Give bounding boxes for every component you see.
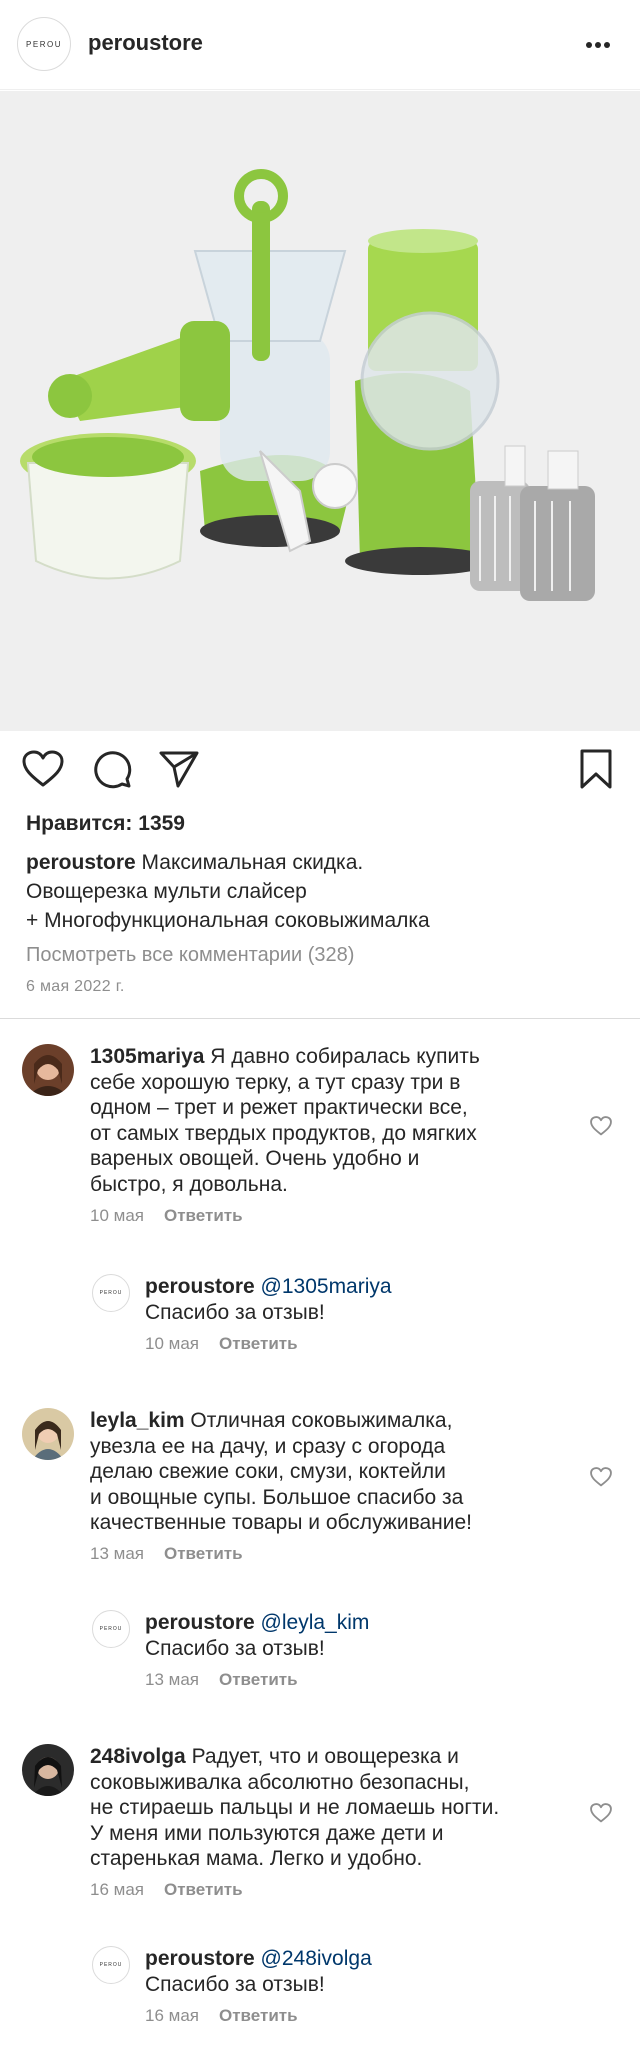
mention-link[interactable]: @1305mariya	[261, 1275, 392, 1298]
comment-line: одном – трет и режет практически все,	[90, 1096, 468, 1119]
avatar-image	[22, 1044, 74, 1096]
store-logo-text: PEROU	[99, 1290, 123, 1296]
avatar-image	[22, 1408, 74, 1460]
reply-button[interactable]: Ответить	[219, 1334, 298, 1353]
comment-text: leyla_kim Отличная соковыжималка, увезла…	[90, 1408, 570, 1536]
comment-line: Спасибо за отзыв!	[145, 1972, 325, 1996]
more-options-button[interactable]	[578, 30, 618, 60]
comment-line: качественные товары и обслуживание!	[90, 1511, 473, 1534]
comment-line: вареных овощей. Очень удобно и	[90, 1147, 420, 1170]
comment-line: Я давно собиралась купить	[210, 1045, 480, 1068]
mention-link[interactable]: @leyla_kim	[261, 1611, 370, 1634]
caption-username[interactable]: peroustore	[26, 851, 136, 874]
comment-meta: 13 мая Ответить	[145, 1670, 298, 1690]
comment-line: соковыживалка абсолютно безопасны,	[90, 1770, 470, 1794]
comment-date: 10 мая	[145, 1334, 199, 1353]
send-icon	[159, 751, 199, 788]
heart-icon	[22, 750, 64, 787]
comment-like-button[interactable]	[588, 1464, 614, 1490]
comment-text: peroustore @248ivolga Спасибо за отзыв!	[145, 1946, 585, 1997]
comment-line: быстро, я довольна.	[90, 1172, 288, 1196]
heart-icon	[590, 1116, 612, 1136]
store-avatar[interactable]: PEROU	[92, 1274, 130, 1312]
comment-username[interactable]: 248ivolga	[90, 1745, 186, 1768]
comment-meta: 10 мая Ответить	[90, 1206, 243, 1226]
comment-line: делаю свежие соки, смузи, коктейли	[90, 1460, 446, 1483]
post-caption: peroustore Максимальная скидка. Овощерез…	[26, 848, 616, 935]
share-button[interactable]	[155, 745, 203, 793]
more-horizontal-icon	[586, 42, 610, 48]
comment-line: и овощные супы. Большое спасибо за	[90, 1485, 464, 1509]
like-button[interactable]	[19, 745, 67, 793]
comment-meta: 16 мая Ответить	[145, 2006, 298, 2026]
user-avatar[interactable]	[22, 1408, 74, 1460]
comment-date: 16 мая	[90, 1880, 144, 1899]
comment-line: себе хорошую терку, а тут сразу три в	[90, 1070, 461, 1094]
caption-text-line: + Многофункциональная соковыжималка	[26, 909, 430, 932]
reply-button[interactable]: Ответить	[164, 1880, 243, 1899]
comment-line: Отличная соковыжималка,	[190, 1409, 453, 1432]
comment-line: У меня ими пользуются даже дети и	[90, 1821, 444, 1845]
comment-username[interactable]: 1305mariya	[90, 1045, 204, 1068]
store-avatar[interactable]: PEROU	[92, 1946, 130, 1984]
store-logo-text: PEROU	[26, 39, 62, 49]
product-illustration	[20, 169, 595, 601]
comment-text: 1305mariya Я давно собиралась купить себ…	[90, 1044, 570, 1197]
store-avatar[interactable]: PEROU	[17, 17, 71, 71]
store-logo-text: PEROU	[99, 1962, 123, 1968]
header-username[interactable]: peroustore	[88, 30, 203, 56]
bookmark-icon	[580, 749, 612, 789]
comment-button[interactable]	[88, 745, 136, 793]
user-avatar[interactable]	[22, 1044, 74, 1096]
caption-text-line: Овощерезка мульти слайсер	[26, 880, 307, 903]
caption-text-line: Максимальная скидка.	[141, 851, 364, 874]
comment-text: peroustore @leyla_kim Спасибо за отзыв!	[145, 1610, 585, 1661]
post-image[interactable]	[0, 91, 640, 731]
divider	[0, 1018, 640, 1019]
user-avatar[interactable]	[22, 1744, 74, 1796]
comment-date: 16 мая	[145, 2006, 199, 2025]
reply-button[interactable]: Ответить	[219, 2006, 298, 2025]
comment-line: старенькая мама. Легко и удобно.	[90, 1847, 423, 1870]
comment-icon	[94, 751, 132, 789]
comment-date: 13 мая	[145, 1670, 199, 1689]
save-button[interactable]	[572, 745, 620, 793]
post-date: 6 мая 2022 г.	[26, 978, 125, 995]
mention-link[interactable]: @248ivolga	[261, 1947, 372, 1970]
comment-username[interactable]: peroustore	[145, 1611, 255, 1634]
comment-text: peroustore @1305mariya Спасибо за отзыв!	[145, 1274, 585, 1325]
view-all-comments-link[interactable]: Посмотреть все комментарии (328)	[26, 944, 354, 967]
comment-date: 10 мая	[90, 1206, 144, 1225]
heart-icon	[590, 1803, 612, 1823]
store-logo-text: PEROU	[99, 1626, 123, 1632]
comment-username[interactable]: leyla_kim	[90, 1409, 185, 1432]
comment-date: 13 мая	[90, 1544, 144, 1563]
comment-like-button[interactable]	[588, 1113, 614, 1139]
comment-line: не стираешь пальцы и не ломаешь ногти.	[90, 1796, 500, 1819]
comment-meta: 10 мая Ответить	[145, 1334, 298, 1354]
comment-line: Спасибо за отзыв!	[145, 1636, 325, 1660]
heart-icon	[590, 1467, 612, 1487]
comment-username[interactable]: peroustore	[145, 1947, 255, 1970]
comment-line: Радует, что и овощерезка и	[191, 1745, 459, 1768]
comment-line: Спасибо за отзыв!	[145, 1300, 325, 1324]
comment-line: от самых твердых продуктов, до мягких	[90, 1121, 477, 1145]
post-header: PEROU peroustore	[0, 0, 640, 90]
comment-like-button[interactable]	[588, 1800, 614, 1826]
avatar-image	[22, 1744, 74, 1796]
reply-button[interactable]: Ответить	[164, 1206, 243, 1225]
comment-username[interactable]: peroustore	[145, 1275, 255, 1298]
comment-text: 248ivolga Радует, что и овощерезка и сок…	[90, 1744, 580, 1872]
comment-meta: 16 мая Ответить	[90, 1880, 243, 1900]
likes-count[interactable]: Нравится: 1359	[26, 812, 185, 836]
comment-meta: 13 мая Ответить	[90, 1544, 243, 1564]
action-bar	[0, 745, 640, 801]
reply-button[interactable]: Ответить	[219, 1670, 298, 1689]
store-avatar[interactable]: PEROU	[92, 1610, 130, 1648]
comment-line: увезла ее на дачу, и сразу с огорода	[90, 1434, 446, 1458]
reply-button[interactable]: Ответить	[164, 1544, 243, 1563]
